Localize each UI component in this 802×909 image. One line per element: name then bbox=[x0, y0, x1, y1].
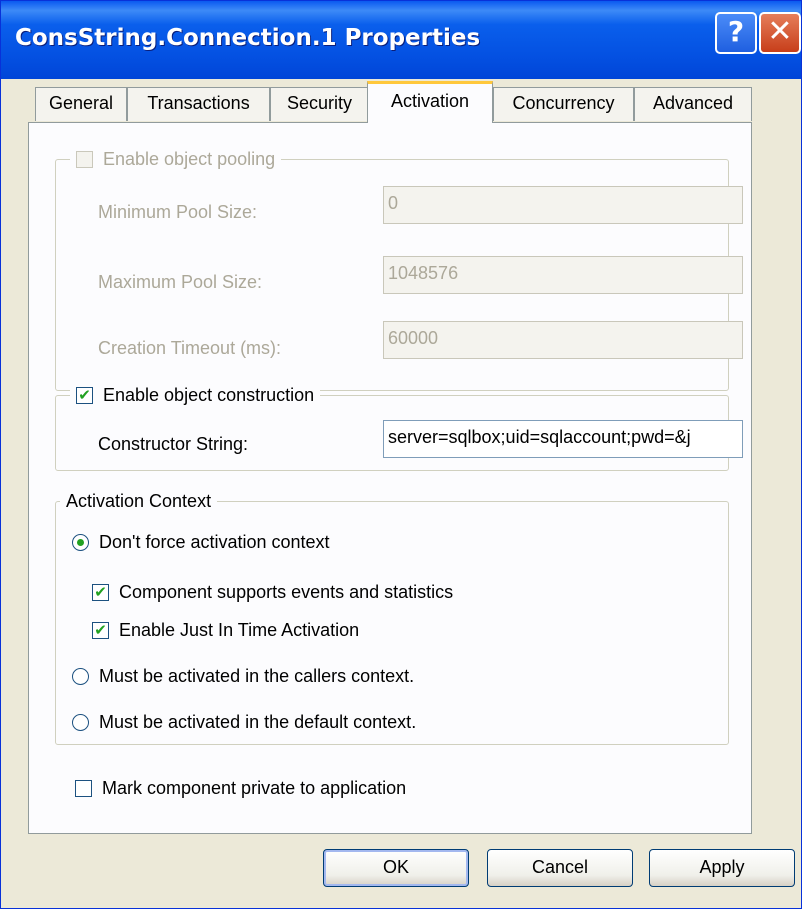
ok-button[interactable]: OK bbox=[323, 849, 469, 887]
enable-pooling-checkbox[interactable] bbox=[76, 150, 93, 168]
activation-context-group: Activation Context Don't force activatio… bbox=[55, 488, 729, 745]
activation-context-legend: Activation Context bbox=[60, 488, 218, 514]
construction-group: ✔ Enable object construction Constructor… bbox=[55, 382, 743, 471]
callers-context-option[interactable]: Must be activated in the callers context… bbox=[72, 666, 414, 687]
max-pool-field[interactable]: 1048576 bbox=[383, 256, 743, 294]
enable-construction-checkbox[interactable]: ✔ bbox=[76, 386, 93, 404]
constructor-string-field[interactable]: server=sqlbox;uid=sqlaccount;pwd=&j bbox=[383, 420, 743, 458]
private-label: Mark component private to application bbox=[102, 778, 407, 798]
properties-dialog: ConsString.Connection.1 Properties ? ✕ G… bbox=[0, 0, 802, 909]
events-option[interactable]: ✔ Component supports events and statisti… bbox=[92, 582, 453, 603]
default-context-label: Must be activated in the default context… bbox=[99, 712, 417, 732]
enable-construction-label: Enable object construction bbox=[103, 385, 315, 405]
close-button[interactable]: ✕ bbox=[759, 12, 801, 54]
tab-general[interactable]: General bbox=[35, 87, 127, 121]
events-checkbox[interactable]: ✔ bbox=[92, 584, 109, 601]
dont-force-label: Don't force activation context bbox=[99, 532, 330, 552]
tab-concurrency[interactable]: Concurrency bbox=[493, 87, 634, 121]
default-context-radio[interactable] bbox=[72, 714, 89, 731]
callers-context-radio[interactable] bbox=[72, 668, 89, 685]
enable-pooling-label: Enable object pooling bbox=[103, 149, 276, 169]
events-label: Component supports events and statistics bbox=[119, 582, 454, 602]
constructor-string-label: Constructor String: bbox=[98, 434, 249, 454]
tab-advanced[interactable]: Advanced bbox=[634, 87, 752, 121]
creation-timeout-field[interactable]: 60000 bbox=[383, 321, 743, 359]
pooling-legend: Enable object pooling bbox=[70, 146, 282, 172]
min-pool-label: Minimum Pool Size: bbox=[98, 202, 258, 222]
pooling-group: Enable object pooling Minimum Pool Size:… bbox=[55, 146, 743, 391]
dont-force-radio[interactable] bbox=[72, 534, 89, 551]
private-option[interactable]: Mark component private to application bbox=[75, 778, 406, 799]
min-pool-field[interactable]: 0 bbox=[383, 186, 743, 224]
jit-checkbox[interactable]: ✔ bbox=[92, 622, 109, 639]
tab-activation[interactable]: Activation bbox=[367, 81, 493, 123]
window-title: ConsString.Connection.1 Properties bbox=[15, 25, 481, 51]
title-bar[interactable]: ConsString.Connection.1 Properties ? ✕ bbox=[1, 1, 801, 79]
callers-context-label: Must be activated in the callers context… bbox=[99, 666, 415, 686]
max-pool-label: Maximum Pool Size: bbox=[98, 272, 263, 292]
tab-strip: General Transactions Security Activation… bbox=[1, 79, 801, 123]
default-context-option[interactable]: Must be activated in the default context… bbox=[72, 712, 416, 733]
jit-label: Enable Just In Time Activation bbox=[119, 620, 360, 640]
help-button[interactable]: ? bbox=[715, 12, 757, 54]
cancel-button[interactable]: Cancel bbox=[487, 849, 633, 887]
private-checkbox[interactable] bbox=[75, 780, 92, 797]
construction-legend: ✔ Enable object construction bbox=[70, 382, 321, 408]
jit-option[interactable]: ✔ Enable Just In Time Activation bbox=[92, 620, 359, 641]
tab-security[interactable]: Security bbox=[270, 87, 369, 121]
tab-transactions[interactable]: Transactions bbox=[127, 87, 270, 121]
activation-panel: Enable object pooling Minimum Pool Size:… bbox=[28, 122, 752, 834]
apply-button[interactable]: Apply bbox=[649, 849, 795, 887]
dont-force-option[interactable]: Don't force activation context bbox=[72, 532, 330, 553]
creation-timeout-label: Creation Timeout (ms): bbox=[98, 338, 282, 358]
